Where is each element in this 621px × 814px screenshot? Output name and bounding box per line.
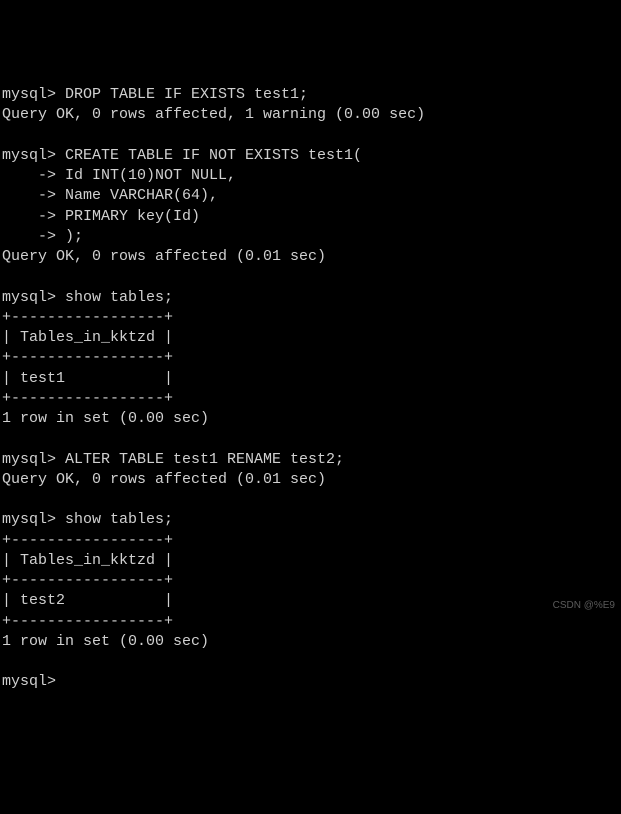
- terminal-line: [2, 652, 619, 672]
- terminal-line: mysql> CREATE TABLE IF NOT EXISTS test1(: [2, 146, 619, 166]
- terminal-line: -> );: [2, 227, 619, 247]
- terminal-line: | Tables_in_kktzd |: [2, 551, 619, 571]
- terminal-line: -> Id INT(10)NOT NULL,: [2, 166, 619, 186]
- terminal-line: | test2 |: [2, 591, 619, 611]
- terminal-line: mysql> show tables;: [2, 510, 619, 530]
- terminal-line: +-----------------+: [2, 308, 619, 328]
- terminal-line: -> PRIMARY key(Id): [2, 207, 619, 227]
- terminal-line: [2, 267, 619, 287]
- terminal-line: +-----------------+: [2, 571, 619, 591]
- terminal-line: mysql> ALTER TABLE test1 RENAME test2;: [2, 450, 619, 470]
- terminal-line: [2, 490, 619, 510]
- terminal-line: mysql> DROP TABLE IF EXISTS test1;: [2, 85, 619, 105]
- terminal-line: | test1 |: [2, 369, 619, 389]
- terminal-line: +-----------------+: [2, 348, 619, 368]
- terminal-line: Query OK, 0 rows affected (0.01 sec): [2, 247, 619, 267]
- terminal-line: -> Name VARCHAR(64),: [2, 186, 619, 206]
- terminal-line: mysql>: [2, 672, 619, 692]
- terminal-output[interactable]: mysql> DROP TABLE IF EXISTS test1;Query …: [2, 85, 619, 693]
- terminal-line: Query OK, 0 rows affected (0.01 sec): [2, 470, 619, 490]
- terminal-line: [2, 126, 619, 146]
- terminal-line: 1 row in set (0.00 sec): [2, 409, 619, 429]
- terminal-line: +-----------------+: [2, 612, 619, 632]
- terminal-line: [2, 429, 619, 449]
- terminal-line: mysql> show tables;: [2, 288, 619, 308]
- watermark: CSDN @%E9: [553, 599, 615, 613]
- terminal-line: | Tables_in_kktzd |: [2, 328, 619, 348]
- terminal-line: +-----------------+: [2, 389, 619, 409]
- terminal-line: Query OK, 0 rows affected, 1 warning (0.…: [2, 105, 619, 125]
- terminal-line: 1 row in set (0.00 sec): [2, 632, 619, 652]
- terminal-line: +-----------------+: [2, 531, 619, 551]
